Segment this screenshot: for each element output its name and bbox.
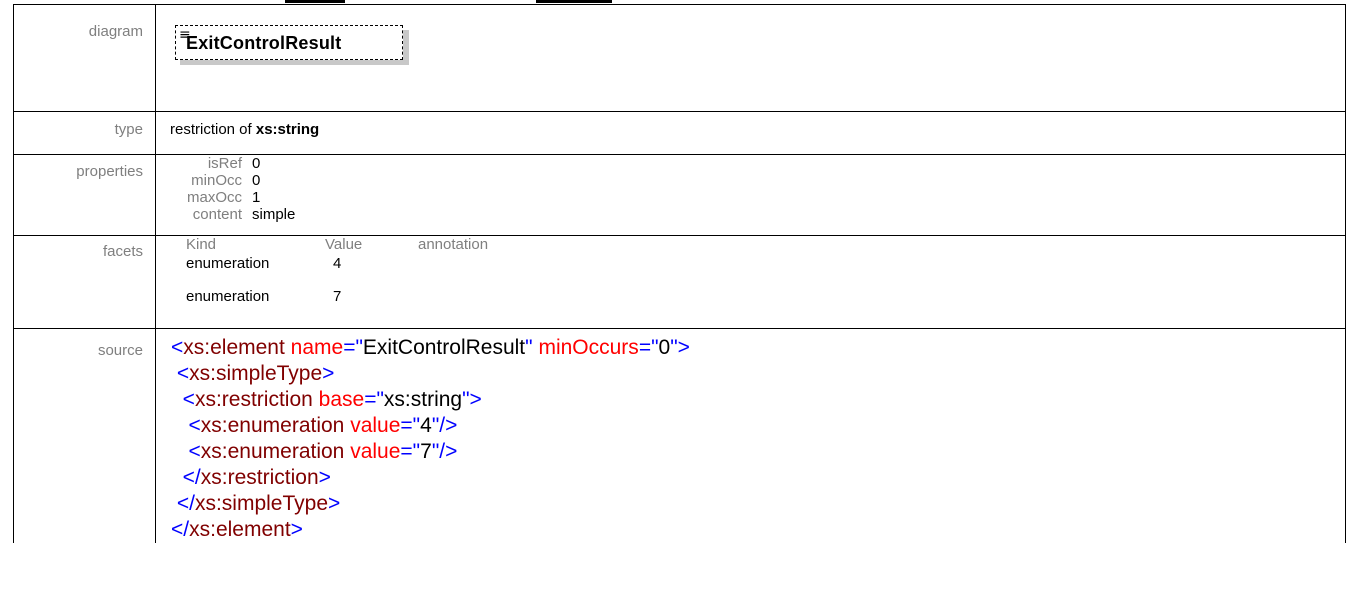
source-token: base [318,388,365,411]
source-token: value [350,440,401,463]
facet-header-annotation: annotation [418,236,489,253]
source-token: > [290,518,303,541]
row-label: facets [13,235,156,329]
source-token: < [188,440,201,463]
row-label: properties [13,154,156,236]
source-token: =" [400,414,421,437]
source-token: xs:element [189,518,291,541]
type-row: type restriction of xs:string [13,111,1346,155]
type-prefix: restriction of [170,121,256,138]
facet-kind: enumeration [186,255,270,272]
source-token: xs:restriction [194,388,313,411]
source-token: > [322,362,335,385]
source-token: </ [176,492,195,515]
source-token: 7 [420,440,432,463]
source-token: < [182,388,195,411]
source-token: "/> [431,440,458,463]
source-token: "/> [431,414,458,437]
source-token: xs:enumeration [200,414,345,437]
heading-glyph-fragment [285,0,345,3]
source-row: source <xs:element name="ExitControlResu… [13,328,1346,543]
source-line: <xs:restriction base="xs:string"> [171,387,1345,413]
source-token: </ [182,466,201,489]
row-label: diagram [13,4,156,112]
source-line: <xs:simpleType> [171,361,1345,387]
facet-header-value: Value [325,236,363,253]
source-token: 0 [658,336,671,359]
source-token: name [290,336,344,359]
source-token: =" [364,388,384,411]
properties-row: properties isRef 0 minOcc 0 maxOcc 1 content si… [13,154,1346,236]
source-code: <xs:element name="ExitControlResult" min… [171,329,1345,543]
source-line: </xs:restriction> [171,465,1345,491]
row-label: type [13,111,156,155]
heading-glyph-fragment [536,0,612,3]
type-base: xs:string [255,121,320,138]
property-key: minOcc [191,172,242,189]
facets-row: facets Kind Value annotation enumeration… [13,235,1346,329]
facet-value: 4 [333,255,342,272]
source-line: <xs:enumeration value="4"/> [171,413,1345,439]
property-value: 0 [252,155,261,172]
source-token: xs:string [383,388,463,411]
source-token: > [318,466,331,489]
source-token: xs:simpleType [194,492,328,515]
property-value: 0 [252,172,261,189]
element-box: ≡ ExitControlResult [175,25,403,60]
facet-header-kind: Kind [186,236,217,253]
properties-list: isRef 0 minOcc 0 maxOcc 1 content simple [156,155,1345,223]
property-key: isRef [207,155,242,172]
source-token: > [328,492,341,515]
source-token: xs:restriction [200,466,319,489]
element-name: ExitControlResult [186,33,342,53]
source-token: minOccurs [538,336,639,359]
source-token: < [176,362,190,385]
source-token: " [525,336,533,359]
property-value: simple [252,206,296,223]
facets-table: Kind Value annotation enumeration 4 enum… [156,236,1345,321]
source-token: xs:simpleType [189,362,323,385]
source-line: </xs:simpleType> [171,491,1345,517]
facet-value: 7 [333,288,342,305]
source-line: <xs:enumeration value="7"/> [171,439,1345,465]
source-token: xs:enumeration [200,440,345,463]
element-doc-table: diagram type restriction of xs:string pr… [13,4,1346,543]
source-line: <xs:element name="ExitControlResult" min… [171,335,1345,361]
element-diagram: ≡ ExitControlResult [175,25,410,65]
property-value: 1 [252,189,261,206]
property-key: maxOcc [186,189,242,206]
source-token: =" [343,336,363,359]
source-token: value [350,414,401,437]
source-line: </xs:element> [171,517,1345,543]
facet-kind: enumeration [186,288,270,305]
source-token: </ [171,518,190,541]
source-token: < [188,414,201,437]
row-label: source [13,328,156,543]
source-token: xs:element [183,336,285,359]
source-token: =" [400,440,421,463]
source-token: < [171,336,184,359]
source-token: =" [638,336,659,359]
source-token: "> [462,388,482,411]
source-token: "> [670,336,690,359]
source-token: ExitControlResult [362,336,526,359]
property-key: content [192,206,242,223]
source-token: 4 [420,414,432,437]
